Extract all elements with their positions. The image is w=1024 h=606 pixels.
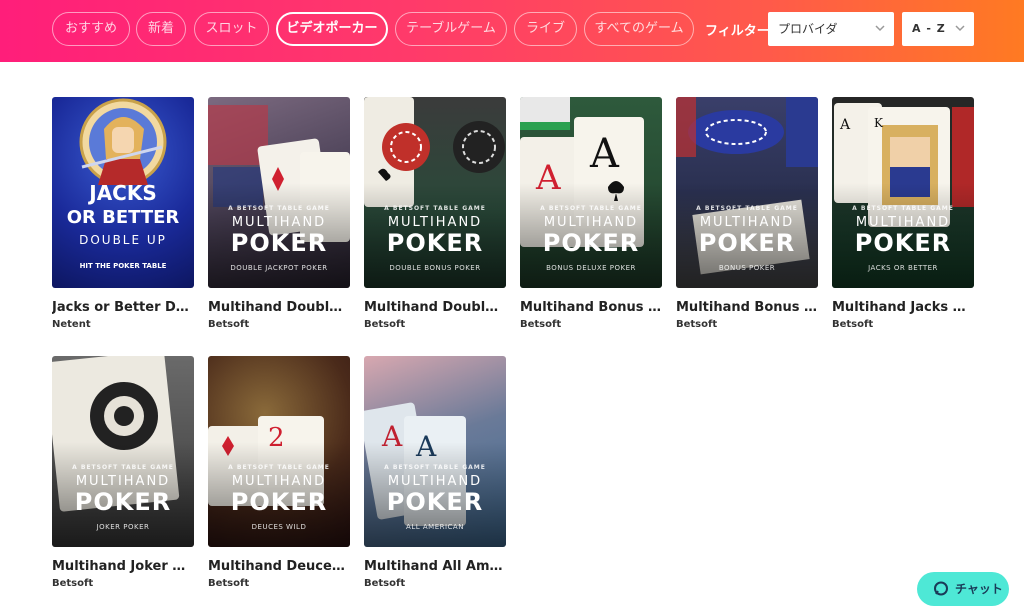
game-title[interactable]: Multihand Bonus Deluxe Poker <box>520 300 662 315</box>
game-art-poker: POKER <box>74 488 172 516</box>
game-provider: Betsoft <box>520 319 562 330</box>
game-art-tagline: HIT THE POKER TABLE <box>79 262 167 270</box>
game-art-variant: DEUCES WILD <box>251 523 307 531</box>
game-art-subtitle: A BETSOFT TABLE GAME <box>696 205 798 212</box>
game-art-subtitle: A BETSOFT TABLE GAME <box>228 205 330 212</box>
game-art-variant: JOKER POKER <box>96 523 150 531</box>
game-art-multihand: MULTIHAND <box>387 215 483 230</box>
chevron-down-icon <box>954 12 966 60</box>
game-title[interactable]: Multihand Double Jackpot Poker <box>208 300 350 315</box>
game-thumbnail[interactable]: A BETSOFT TABLE GAME MULTIHAND POKER JOK… <box>52 356 194 547</box>
game-art-subtitle: A BETSOFT TABLE GAME <box>228 464 330 471</box>
sort-select[interactable]: A - Z <box>902 12 974 46</box>
game-art-variant: BONUS POKER <box>718 264 776 272</box>
game-art-multihand: MULTIHAND <box>699 215 795 230</box>
game-title[interactable]: Multihand Bonus Poker <box>676 300 818 315</box>
tab-video-poker[interactable]: ビデオポーカー <box>276 12 388 46</box>
game-provider: Betsoft <box>208 319 250 330</box>
game-title[interactable]: Jacks or Better Double Up <box>52 300 194 315</box>
sort-select-value: A - Z <box>912 22 946 35</box>
game-thumbnail[interactable]: 2 A BETSOFT TABLE GAME MULTIHAND POKER D… <box>208 356 350 547</box>
category-nav-bar: おすすめ 新着 スロット ビデオポーカー テーブルゲーム ライブ すべてのゲーム… <box>0 0 1024 62</box>
tab-recommended[interactable]: おすすめ <box>52 12 130 46</box>
game-art-multihand: MULTIHAND <box>75 474 171 489</box>
game-thumbnail[interactable]: A BETSOFT TABLE GAME MULTIHAND POKER DOU… <box>208 97 350 288</box>
tab-all-games[interactable]: すべてのゲーム <box>584 12 694 46</box>
game-provider: Betsoft <box>832 319 874 330</box>
game-thumbnail[interactable]: A BETSOFT TABLE GAME MULTIHAND POKER BON… <box>676 97 818 288</box>
chevron-down-icon <box>874 12 886 60</box>
game-art-variant: DOUBLE BONUS POKER <box>389 264 481 272</box>
game-art-poker: POKER <box>698 229 796 257</box>
game-title[interactable]: Multihand Double Bonus Poker <box>364 300 506 315</box>
game-art-subtitle: A BETSOFT TABLE GAME <box>384 464 486 471</box>
game-art-multihand: MULTIHAND <box>543 215 639 230</box>
filter-label: フィルター <box>705 24 770 39</box>
tab-table-games[interactable]: テーブルゲーム <box>395 12 507 46</box>
game-art-variant: JACKS OR BETTER <box>868 264 938 272</box>
game-art-multihand: MULTIHAND <box>231 474 327 489</box>
game-thumbnail[interactable]: A K A BETSOFT TABLE GAME MULTIHAND POKER… <box>832 97 974 288</box>
game-thumbnail[interactable]: A A A BETSOFT TABLE GAME MULTIHAND POKER… <box>364 356 506 547</box>
game-art-multihand: MULTIHAND <box>855 215 951 230</box>
game-thumbnail[interactable]: JACKS OR BETTER DOUBLE UP HIT THE POKER … <box>52 97 194 288</box>
game-art-variant: BONUS DELUXE POKER <box>546 264 636 272</box>
provider-select-value: プロバイダ <box>778 22 838 36</box>
game-thumbnail[interactable]: A A A BETSOFT TABLE GAME MULTIHAND POKER… <box>520 97 662 288</box>
game-art-subtitle: A BETSOFT TABLE GAME <box>540 205 642 212</box>
game-art-title-3: DOUBLE UP <box>79 233 167 247</box>
chat-button-label: チャット <box>955 582 1003 596</box>
game-art-variant: DOUBLE JACKPOT POKER <box>230 264 328 272</box>
tab-new[interactable]: 新着 <box>136 12 186 46</box>
game-art-poker: POKER <box>386 488 484 516</box>
game-art-title-2: OR BETTER <box>66 207 180 228</box>
game-art-poker: POKER <box>854 229 952 257</box>
game-art-poker: POKER <box>386 229 484 257</box>
game-provider: Betsoft <box>676 319 718 330</box>
game-thumbnail[interactable]: A BETSOFT TABLE GAME MULTIHAND POKER DOU… <box>364 97 506 288</box>
game-art-variant: ALL AMERICAN <box>406 523 464 531</box>
game-title[interactable]: Multihand Jacks Or Better <box>832 300 974 315</box>
provider-select[interactable]: プロバイダ <box>768 12 894 46</box>
game-provider: Betsoft <box>364 578 406 589</box>
tab-slots[interactable]: スロット <box>194 12 269 46</box>
game-art-multihand: MULTIHAND <box>387 474 483 489</box>
game-art-subtitle: A BETSOFT TABLE GAME <box>72 464 174 471</box>
game-provider: Betsoft <box>364 319 406 330</box>
game-title[interactable]: Multihand Deuces Wild <box>208 559 350 574</box>
game-provider: Netent <box>52 319 91 330</box>
game-title[interactable]: Multihand Joker Poker <box>52 559 194 574</box>
game-title[interactable]: Multihand All American <box>364 559 506 574</box>
game-provider: Betsoft <box>52 578 94 589</box>
game-art-poker: POKER <box>542 229 640 257</box>
game-provider: Betsoft <box>208 578 250 589</box>
chat-bubble-icon <box>934 581 948 596</box>
tab-live[interactable]: ライブ <box>514 12 577 46</box>
game-art-subtitle: A BETSOFT TABLE GAME <box>852 205 954 212</box>
game-art-poker: POKER <box>230 229 328 257</box>
game-art-multihand: MULTIHAND <box>231 215 327 230</box>
game-art-title-1: JACKS <box>89 181 157 205</box>
game-art-poker: POKER <box>230 488 328 516</box>
chat-button[interactable]: チャット <box>917 572 1009 606</box>
game-art-subtitle: A BETSOFT TABLE GAME <box>384 205 486 212</box>
